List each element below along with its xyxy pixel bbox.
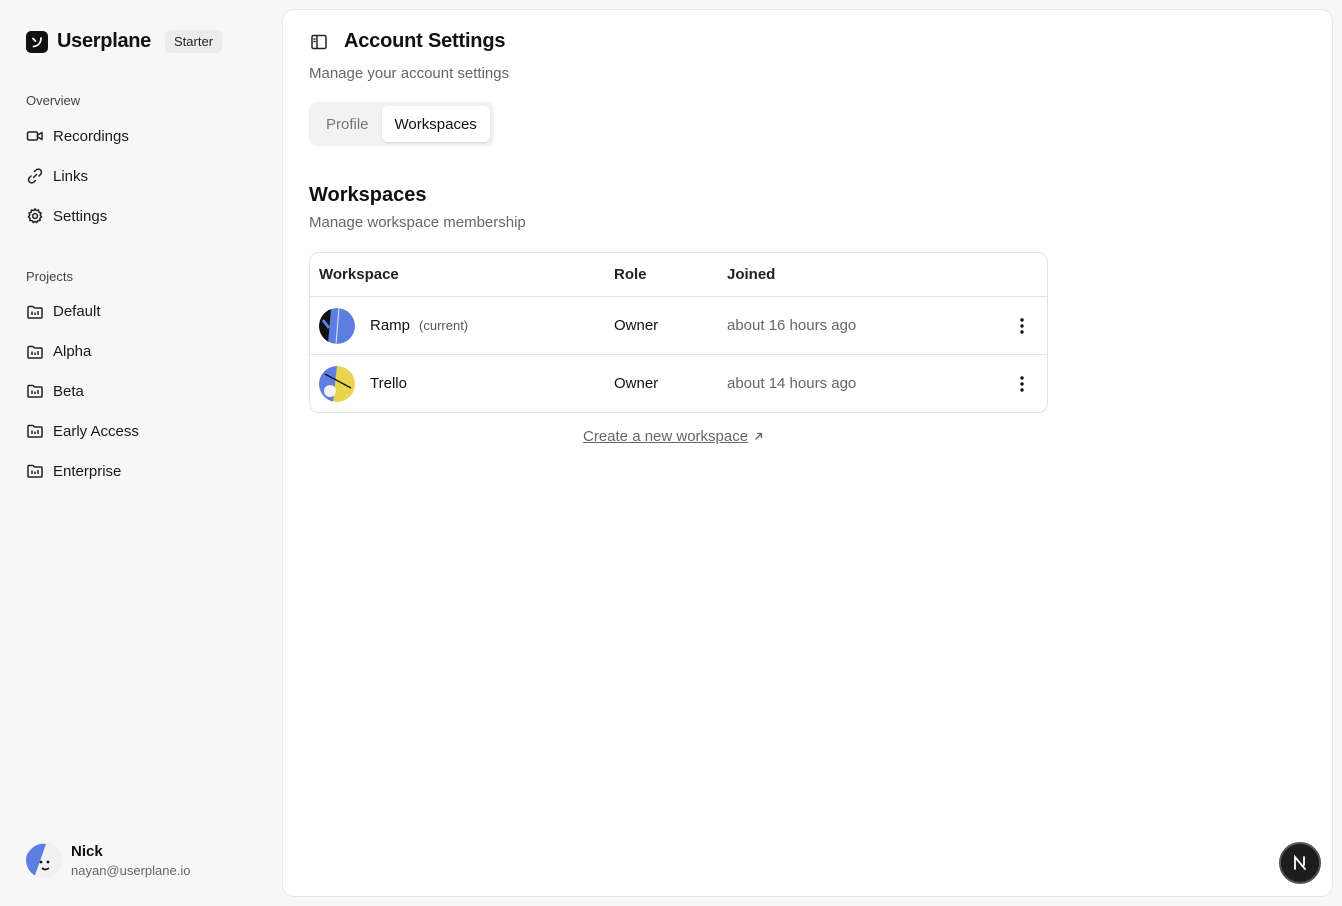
workspace-cell: Ramp (current): [310, 307, 614, 344]
sidebar-item-settings[interactable]: Settings: [26, 196, 129, 236]
folder-icon: [26, 462, 44, 480]
role-cell: Owner: [614, 317, 659, 334]
tab-profile[interactable]: Profile: [313, 106, 382, 142]
user-text: Nick nayan@userplane.io: [71, 843, 190, 878]
user-name: Nick: [71, 842, 103, 860]
plan-badge: Starter: [165, 30, 223, 53]
overview-nav: Recordings Links Settings: [26, 116, 129, 236]
role-cell: Owner: [614, 375, 659, 392]
create-workspace-link[interactable]: Create a new workspace: [583, 428, 763, 445]
sidebar-item-label: Settings: [53, 207, 108, 225]
page-subtitle: Manage your account settings: [309, 65, 510, 82]
sidebar: Userplane Starter Overview Recordings Li…: [0, 0, 282, 906]
workspace-name: Trello: [370, 375, 407, 392]
gear-icon: [26, 207, 44, 225]
link-icon: [26, 167, 44, 185]
section-subtitle: Manage workspace membership: [309, 214, 526, 231]
brand-name: Userplane: [57, 30, 152, 52]
toggle-sidebar-icon[interactable]: [309, 32, 329, 52]
userplane-logo-icon: [26, 30, 48, 53]
app: Userplane Starter Overview Recordings Li…: [0, 0, 1342, 906]
table-row: Trello Owner about 14 hours ago: [310, 355, 1047, 412]
actions-cell: [997, 314, 1047, 338]
sidebar-item-recordings[interactable]: Recordings: [26, 116, 129, 156]
column-header-joined: Joined: [727, 266, 776, 283]
create-workspace-label: Create a new workspace: [583, 428, 749, 445]
folder-icon: [26, 343, 44, 361]
main-panel: Account Settings Manage your account set…: [282, 9, 1333, 897]
sidebar-item-label: Enterprise: [53, 462, 122, 480]
folder-icon: [26, 422, 44, 440]
sidebar-item-project-alpha[interactable]: Alpha: [26, 332, 139, 372]
actions-cell: [997, 372, 1047, 396]
folder-icon: [26, 382, 44, 400]
brand[interactable]: Userplane Starter: [26, 30, 223, 53]
table-row: Ramp (current) Owner about 16 hours ago: [310, 297, 1047, 355]
sidebar-item-label: Links: [53, 167, 89, 185]
sidebar-item-project-early-access[interactable]: Early Access: [26, 411, 139, 451]
joined-cell: about 14 hours ago: [727, 375, 857, 392]
page-header: Account Settings: [309, 30, 505, 53]
workspace-name: Ramp: [370, 317, 411, 334]
workspaces-table: Workspace Role Joined Ramp (current) Own…: [309, 252, 1048, 413]
user-email: nayan@userplane.io: [71, 862, 191, 878]
n-badge-button[interactable]: [1279, 842, 1321, 884]
sidebar-item-label: Beta: [53, 382, 84, 400]
video-icon: [26, 127, 44, 145]
projects-section-label: Projects: [26, 269, 73, 284]
column-header-workspace: Workspace: [319, 266, 399, 283]
sidebar-item-project-enterprise[interactable]: Enterprise: [26, 451, 139, 491]
sidebar-item-project-default[interactable]: Default: [26, 292, 139, 332]
column-header-role: Role: [614, 266, 647, 283]
joined-cell: about 16 hours ago: [727, 317, 857, 334]
sidebar-item-label: Default: [53, 303, 101, 321]
page-title: Account Settings: [344, 30, 506, 52]
sidebar-item-links[interactable]: Links: [26, 156, 129, 196]
user-profile[interactable]: Nick nayan@userplane.io: [26, 842, 190, 878]
more-options-icon[interactable]: [1010, 314, 1034, 338]
current-tag: (current): [419, 318, 469, 333]
sidebar-item-label: Alpha: [53, 343, 92, 361]
table-header: Workspace Role Joined: [310, 253, 1047, 297]
external-arrow-icon: [754, 430, 763, 444]
more-options-icon[interactable]: [1010, 372, 1034, 396]
folder-icon: [26, 303, 44, 321]
workspace-avatar: [319, 365, 355, 402]
projects-nav: Default Alpha Beta Early Access Enterpri…: [26, 292, 139, 491]
sidebar-item-label: Recordings: [53, 127, 129, 145]
sidebar-item-label: Early Access: [53, 422, 139, 440]
workspace-cell: Trello: [310, 365, 614, 402]
settings-tabs: Profile Workspaces: [309, 102, 494, 146]
workspace-avatar: [319, 307, 355, 344]
avatar: [26, 842, 62, 878]
n-logo-icon: [1294, 854, 1306, 870]
tab-workspaces[interactable]: Workspaces: [381, 106, 490, 142]
overview-section-label: Overview: [26, 93, 81, 108]
sidebar-item-project-beta[interactable]: Beta: [26, 372, 139, 412]
section-title: Workspaces: [309, 184, 427, 206]
